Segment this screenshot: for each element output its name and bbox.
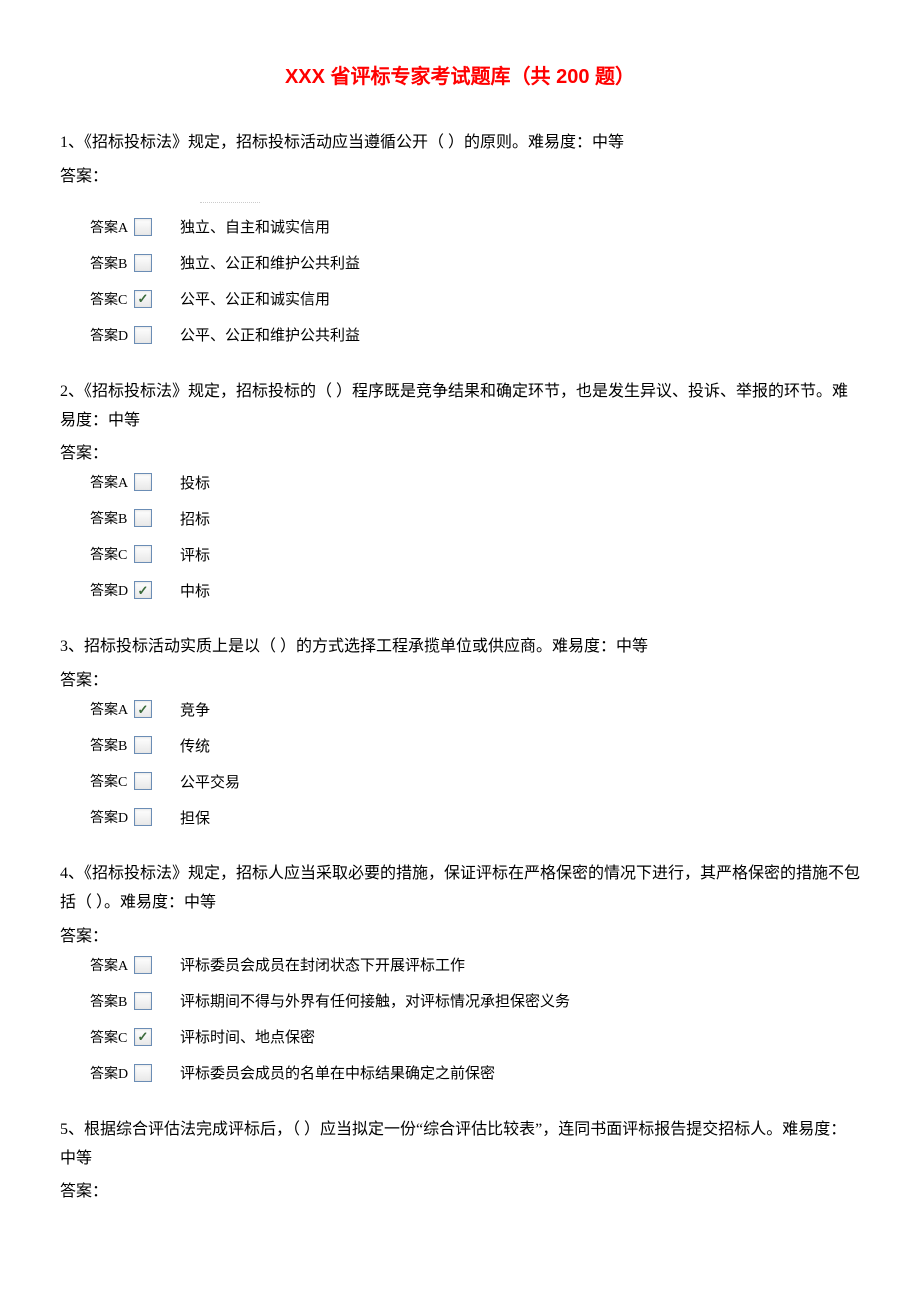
checkbox-icon[interactable]	[134, 218, 152, 236]
checkbox-icon[interactable]	[134, 290, 152, 308]
option-label: 答案B	[90, 991, 134, 1011]
option-text: 公平、公正和维护公共利益	[180, 324, 360, 345]
option-label: 答案D	[90, 807, 134, 827]
option-row: 答案A 评标委员会成员在封闭状态下开展评标工作	[90, 954, 860, 976]
option-row: 答案D 担保	[90, 806, 860, 828]
option-row: 答案B 独立、公正和维护公共利益	[90, 252, 860, 274]
question-block: 5、根据综合评估法完成评标后，（ ）应当拟定一份“综合评估比较表”，连同书面评标…	[60, 1116, 860, 1202]
option-label: 答案D	[90, 1063, 134, 1083]
options-group: 答案A 竞争答案B 传统答案C 公平交易答案D 担保	[90, 698, 860, 828]
checkbox-icon[interactable]	[134, 473, 152, 491]
option-row: 答案D 中标	[90, 579, 860, 601]
option-row: 答案C 评标时间、地点保密	[90, 1026, 860, 1048]
option-row: 答案C 评标	[90, 543, 860, 565]
option-label: 答案D	[90, 580, 134, 600]
option-text: 评标委员会成员在封闭状态下开展评标工作	[180, 954, 465, 975]
option-label: 答案A	[90, 472, 134, 492]
option-label: 答案B	[90, 735, 134, 755]
option-row: 答案A 竞争	[90, 698, 860, 720]
checkbox-icon[interactable]	[134, 772, 152, 790]
option-row: 答案B 招标	[90, 507, 860, 529]
option-text: 投标	[180, 472, 210, 493]
option-text: 担保	[180, 807, 210, 828]
answer-label: 答案：	[60, 162, 860, 186]
option-text: 公平、公正和诚实信用	[180, 288, 330, 309]
question-text: 4、《招标投标法》规定，招标人应当采取必要的措施，保证评标在严格保密的情况下进行…	[60, 860, 860, 918]
option-text: 独立、自主和诚实信用	[180, 216, 330, 237]
checkbox-icon[interactable]	[134, 581, 152, 599]
question-text: 3、招标投标活动实质上是以（ ）的方式选择工程承揽单位或供应商。难易度：中等	[60, 633, 860, 662]
option-text: 中标	[180, 580, 210, 601]
checkbox-icon[interactable]	[134, 808, 152, 826]
option-label: 答案A	[90, 217, 134, 237]
option-row: 答案A 投标	[90, 471, 860, 493]
answer-label: 答案：	[60, 1177, 860, 1201]
question-text: 2、《招标投标法》规定，招标投标的（ ）程序既是竞争结果和确定环节，也是发生异议…	[60, 378, 860, 436]
question-block: 2、《招标投标法》规定，招标投标的（ ）程序既是竞争结果和确定环节，也是发生异议…	[60, 378, 860, 602]
option-text: 评标期间不得与外界有任何接触，对评标情况承担保密义务	[180, 990, 570, 1011]
answer-label: 答案：	[60, 666, 860, 690]
option-row: 答案B 传统	[90, 734, 860, 756]
checkbox-icon[interactable]	[134, 700, 152, 718]
option-label: 答案B	[90, 253, 134, 273]
questions-container: 1、《招标投标法》规定，招标投标活动应当遵循公开（ ）的原则。难易度：中等答案：…	[60, 129, 860, 1201]
option-row: 答案A 独立、自主和诚实信用	[90, 216, 860, 238]
decorative-underline	[200, 195, 260, 203]
option-text: 评标委员会成员的名单在中标结果确定之前保密	[180, 1062, 495, 1083]
option-label: 答案C	[90, 544, 134, 564]
question-block: 1、《招标投标法》规定，招标投标活动应当遵循公开（ ）的原则。难易度：中等答案：…	[60, 129, 860, 346]
options-group: 答案A 评标委员会成员在封闭状态下开展评标工作答案B 评标期间不得与外界有任何接触，…	[90, 954, 860, 1084]
answer-label: 答案：	[60, 439, 860, 463]
question-text: 5、根据综合评估法完成评标后，（ ）应当拟定一份“综合评估比较表”，连同书面评标…	[60, 1116, 860, 1174]
answer-label: 答案：	[60, 922, 860, 946]
question-text: 1、《招标投标法》规定，招标投标活动应当遵循公开（ ）的原则。难易度：中等	[60, 129, 860, 158]
checkbox-icon[interactable]	[134, 545, 152, 563]
option-text: 传统	[180, 735, 210, 756]
checkbox-icon[interactable]	[134, 1028, 152, 1046]
page-title: XXX 省评标专家考试题库（共 200 题）	[60, 60, 860, 89]
checkbox-icon[interactable]	[134, 992, 152, 1010]
option-row: 答案D 公平、公正和维护公共利益	[90, 324, 860, 346]
checkbox-icon[interactable]	[134, 736, 152, 754]
option-label: 答案B	[90, 508, 134, 528]
option-text: 评标时间、地点保密	[180, 1026, 315, 1047]
checkbox-icon[interactable]	[134, 1064, 152, 1082]
question-block: 3、招标投标活动实质上是以（ ）的方式选择工程承揽单位或供应商。难易度：中等答案…	[60, 633, 860, 828]
option-label: 答案A	[90, 955, 134, 975]
option-row: 答案D 评标委员会成员的名单在中标结果确定之前保密	[90, 1062, 860, 1084]
option-text: 招标	[180, 508, 210, 529]
checkbox-icon[interactable]	[134, 956, 152, 974]
checkbox-icon[interactable]	[134, 509, 152, 527]
option-label: 答案D	[90, 325, 134, 345]
option-row: 答案C 公平交易	[90, 770, 860, 792]
option-label: 答案C	[90, 289, 134, 309]
question-block: 4、《招标投标法》规定，招标人应当采取必要的措施，保证评标在严格保密的情况下进行…	[60, 860, 860, 1084]
option-text: 独立、公正和维护公共利益	[180, 252, 360, 273]
checkbox-icon[interactable]	[134, 254, 152, 272]
option-text: 公平交易	[180, 771, 240, 792]
options-group: 答案A 投标答案B 招标答案C 评标答案D 中标	[90, 471, 860, 601]
option-row: 答案B 评标期间不得与外界有任何接触，对评标情况承担保密义务	[90, 990, 860, 1012]
option-text: 评标	[180, 544, 210, 565]
options-group: 答案A 独立、自主和诚实信用答案B 独立、公正和维护公共利益答案C 公平、公正和诚实信…	[90, 216, 860, 346]
option-text: 竞争	[180, 699, 210, 720]
option-label: 答案C	[90, 1027, 134, 1047]
option-label: 答案A	[90, 699, 134, 719]
checkbox-icon[interactable]	[134, 326, 152, 344]
option-label: 答案C	[90, 771, 134, 791]
option-row: 答案C 公平、公正和诚实信用	[90, 288, 860, 310]
